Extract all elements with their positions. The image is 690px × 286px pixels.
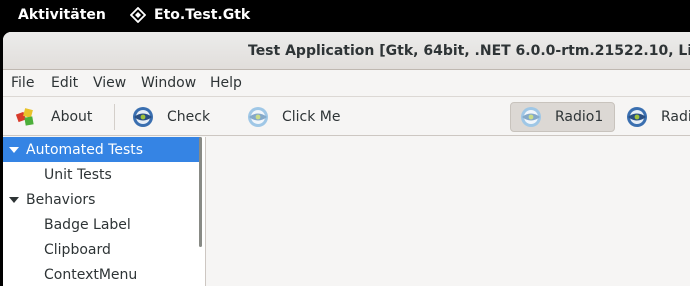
radio2-toggle-button[interactable]: Radi (625, 102, 690, 132)
radio1-globe-icon (521, 107, 541, 127)
expanded-arrow-icon[interactable] (9, 145, 19, 155)
tree-item-contextmenu[interactable]: ContextMenu (3, 262, 201, 286)
radio1-label: Radio1 (555, 109, 604, 125)
content-panel (207, 137, 690, 286)
click-me-label: Click Me (282, 109, 341, 125)
menu-edit[interactable]: Edit (51, 75, 78, 91)
radio2-globe-icon (627, 107, 647, 127)
tree-item-label: Behaviors (26, 191, 96, 208)
radio1-toggle-button[interactable]: Radio1 (510, 102, 615, 132)
window-titlebar[interactable]: Test Application [Gtk, 64bit, .NET 6.0.0… (3, 32, 690, 70)
tree-item-label: Automated Tests (26, 141, 144, 158)
about-label: About (51, 109, 93, 125)
tree-item-label: Badge Label (44, 216, 131, 233)
tree-item-automated-tests[interactable]: Automated Tests (3, 137, 201, 162)
about-cubes-icon (15, 108, 34, 126)
expanded-arrow-icon[interactable] (9, 195, 19, 205)
tree-scrollbar[interactable] (199, 137, 202, 247)
tree-item-unit-tests[interactable]: Unit Tests (3, 162, 201, 187)
tree-item-clipboard[interactable]: Clipboard (3, 237, 201, 262)
menubar: File Edit View Window Help (3, 71, 690, 97)
app-menu-label: Eto.Test.Gtk (154, 7, 251, 23)
check-globe-icon (133, 107, 153, 127)
menu-file[interactable]: File (11, 75, 34, 91)
menu-help[interactable]: Help (210, 75, 242, 91)
menu-view[interactable]: View (93, 75, 126, 91)
about-button[interactable]: About (15, 102, 92, 132)
tree-item-behaviors[interactable]: Behaviors (3, 187, 201, 212)
tree-item-label: Clipboard (44, 241, 111, 258)
menu-window[interactable]: Window (141, 75, 196, 91)
test-tree-view[interactable]: Automated Tests Unit Tests Behaviors Bad… (3, 137, 206, 286)
gnome-top-bar: Aktivitäten Eto.Test.Gtk (0, 0, 690, 32)
tree-item-badge-label[interactable]: Badge Label (3, 212, 201, 237)
app-menu[interactable]: Eto.Test.Gtk (130, 7, 250, 23)
check-button[interactable]: Check (131, 102, 210, 132)
toolbar-separator (114, 104, 115, 130)
tree-item-label: ContextMenu (44, 266, 138, 283)
activities-button[interactable]: Aktivitäten (18, 7, 106, 23)
radio2-label: Radi (661, 109, 690, 125)
check-label: Check (167, 109, 211, 125)
click-me-button[interactable]: Click Me (246, 102, 341, 132)
toolbar: About Check Click Me Radio1 Radi (3, 98, 690, 136)
click-me-globe-icon (248, 107, 268, 127)
app-diamond-icon (130, 7, 146, 23)
window-title: Test Application [Gtk, 64bit, .NET 6.0.0… (248, 43, 690, 59)
tree-item-label: Unit Tests (44, 166, 112, 183)
application-window: Test Application [Gtk, 64bit, .NET 6.0.0… (3, 32, 690, 286)
